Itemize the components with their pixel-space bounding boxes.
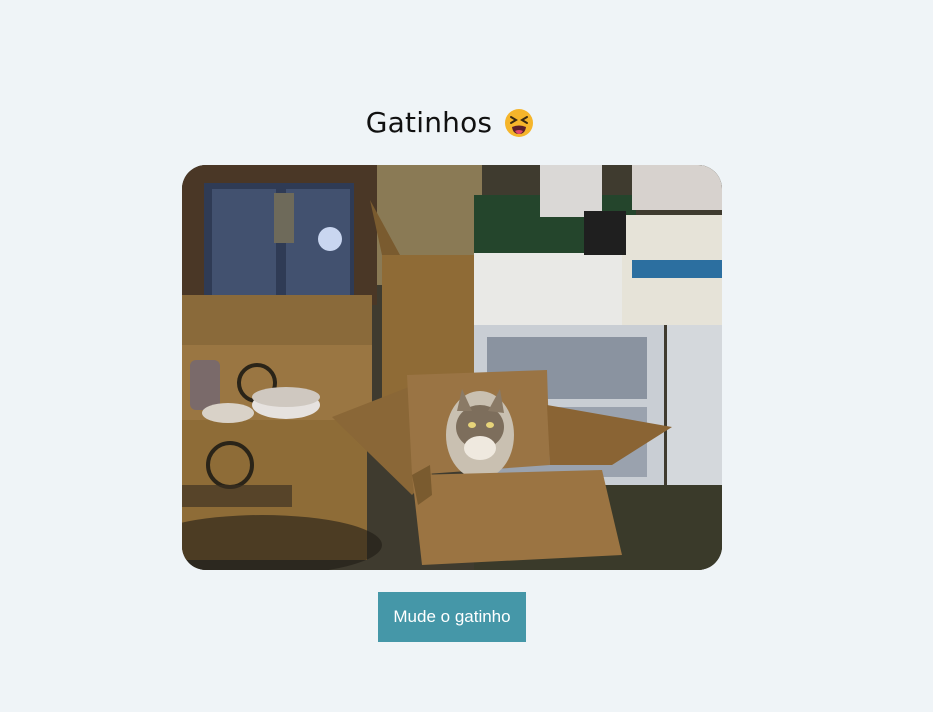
page-title: Gatinhos	[365, 106, 493, 139]
change-kitten-button[interactable]: Mude o gatinho	[378, 592, 526, 642]
cat-in-box-image	[182, 165, 722, 570]
page-header: Gatinhos	[0, 106, 900, 139]
tired-face-emoji-icon	[504, 108, 534, 138]
cat-photo	[182, 165, 722, 570]
